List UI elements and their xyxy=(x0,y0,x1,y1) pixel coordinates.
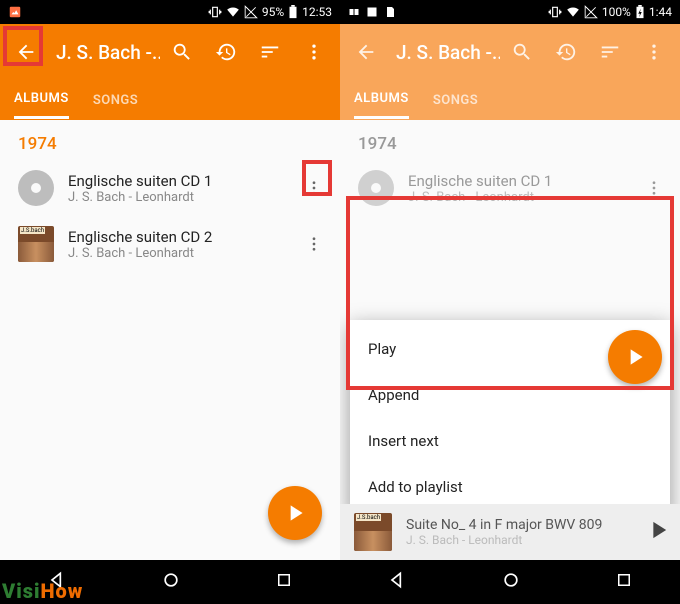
sort-button[interactable] xyxy=(248,30,292,74)
signal-icon xyxy=(584,5,598,19)
history-button[interactable] xyxy=(204,30,248,74)
tab-bar: ALBUMS SONGS xyxy=(340,80,680,120)
gallery-icon xyxy=(366,6,378,18)
page-title: J. S. Bach -... xyxy=(388,41,500,64)
phone-right: 100% 1:44 J. S. Bach -... ALBUMS SONGS 1… xyxy=(340,0,680,604)
overflow-button[interactable] xyxy=(632,30,676,74)
back-button[interactable] xyxy=(344,30,388,74)
battery-charging-icon xyxy=(635,5,645,19)
back-button[interactable] xyxy=(4,30,48,74)
now-playing-artist: J. S. Bach - Leonhardt xyxy=(406,533,644,547)
sort-button[interactable] xyxy=(588,30,632,74)
nav-recent[interactable] xyxy=(275,571,293,593)
album-list: 1974 Englische suiten CD 1 J. S. Bach - … xyxy=(340,120,680,504)
play-fab[interactable] xyxy=(268,486,322,540)
menu-insert-next[interactable]: Insert next xyxy=(350,418,670,464)
year-header: 1974 xyxy=(340,120,680,160)
nav-back[interactable] xyxy=(387,570,407,594)
cd-icon xyxy=(358,170,394,206)
year-header: 1974 xyxy=(0,120,340,160)
album-art-icon xyxy=(354,513,392,551)
album-row[interactable]: Englische suiten CD 2 J. S. Bach - Leonh… xyxy=(0,216,340,272)
nav-home[interactable] xyxy=(161,570,181,594)
phone-left: 95% 12:53 J. S. Bach -... ALBUMS SONGS 1… xyxy=(0,0,340,604)
clock: 1:44 xyxy=(649,5,672,19)
album-row[interactable]: Englische suiten CD 1 J. S. Bach - Leonh… xyxy=(340,160,680,216)
tab-albums[interactable]: ALBUMS xyxy=(14,81,69,119)
now-playing-title: Suite No_ 4 in F major BWV 809 xyxy=(406,517,644,533)
sd-icon xyxy=(384,6,396,18)
album-artist: J. S. Bach - Leonhardt xyxy=(68,190,294,205)
album-artist: J. S. Bach - Leonhardt xyxy=(68,246,294,261)
now-playing-bar[interactable]: Suite No_ 4 in F major BWV 809 J. S. Bac… xyxy=(340,504,680,560)
vibrate-icon xyxy=(548,5,562,19)
overflow-button[interactable] xyxy=(292,30,336,74)
history-button[interactable] xyxy=(544,30,588,74)
vibrate-icon xyxy=(208,5,222,19)
now-playing-play-button[interactable] xyxy=(644,516,672,548)
search-button[interactable] xyxy=(160,30,204,74)
album-menu-button[interactable] xyxy=(294,168,334,208)
battery-percent: 100% xyxy=(602,5,631,19)
notification-icon xyxy=(348,6,360,18)
album-title: Englische suiten CD 1 xyxy=(408,172,634,190)
clock: 12:53 xyxy=(302,5,332,19)
cd-icon xyxy=(18,170,54,206)
tab-bar: ALBUMS SONGS xyxy=(0,80,340,120)
tab-songs[interactable]: SONGS xyxy=(93,83,138,118)
album-art-icon xyxy=(18,226,54,262)
search-button[interactable] xyxy=(500,30,544,74)
notification-icon xyxy=(8,5,22,19)
album-menu-button[interactable] xyxy=(294,224,334,264)
nav-recent[interactable] xyxy=(615,571,633,593)
tab-songs[interactable]: SONGS xyxy=(433,83,478,118)
battery-percent: 95% xyxy=(262,5,284,19)
album-row[interactable]: Englische suiten CD 1 J. S. Bach - Leonh… xyxy=(0,160,340,216)
app-bar: J. S. Bach -... xyxy=(340,24,680,80)
play-fab[interactable] xyxy=(608,330,662,384)
watermark: VisiHow xyxy=(2,579,83,604)
nav-bar xyxy=(340,560,680,604)
tab-albums[interactable]: ALBUMS xyxy=(354,81,409,119)
wifi-icon xyxy=(566,5,580,19)
menu-add-to-playlist[interactable]: Add to playlist xyxy=(350,464,670,504)
album-menu-button[interactable] xyxy=(634,168,674,208)
battery-icon xyxy=(288,5,298,19)
nav-home[interactable] xyxy=(501,570,521,594)
signal-icon xyxy=(244,5,258,19)
album-list: 1974 Englische suiten CD 1 J. S. Bach - … xyxy=(0,120,340,560)
status-bar: 100% 1:44 xyxy=(340,0,680,24)
app-bar: J. S. Bach -... xyxy=(0,24,340,80)
status-bar: 95% 12:53 xyxy=(0,0,340,24)
album-artist: J. S. Bach - Leonhardt xyxy=(408,190,634,205)
page-title: J. S. Bach -... xyxy=(48,41,160,64)
wifi-icon xyxy=(226,5,240,19)
album-title: Englische suiten CD 1 xyxy=(68,172,294,190)
album-title: Englische suiten CD 2 xyxy=(68,228,294,246)
